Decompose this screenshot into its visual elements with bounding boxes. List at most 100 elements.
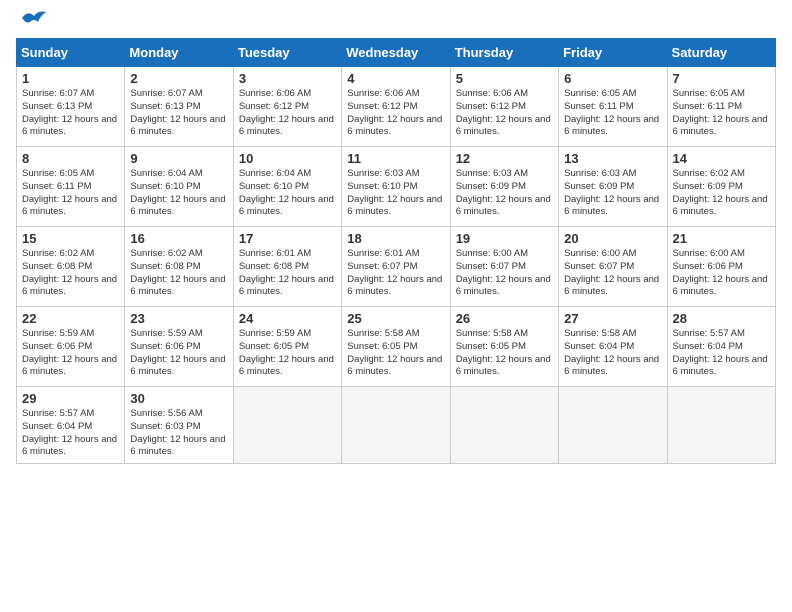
calendar-week-3: 15 Sunrise: 6:02 AM Sunset: 6:08 PM Dayl… <box>17 227 776 307</box>
day-cell-3: 3 Sunrise: 6:06 AM Sunset: 6:12 PM Dayli… <box>233 67 341 147</box>
day-info: Sunrise: 6:03 AM Sunset: 6:10 PM Dayligh… <box>347 168 444 219</box>
day-info: Sunrise: 5:59 AM Sunset: 6:06 PM Dayligh… <box>22 328 119 379</box>
day-number: 12 <box>456 151 553 166</box>
day-info: Sunrise: 5:58 AM Sunset: 6:04 PM Dayligh… <box>564 328 661 379</box>
day-number: 3 <box>239 71 336 86</box>
day-number: 22 <box>22 311 119 326</box>
day-number: 24 <box>239 311 336 326</box>
day-info: Sunrise: 6:01 AM Sunset: 6:07 PM Dayligh… <box>347 248 444 299</box>
page-header <box>16 16 776 28</box>
day-cell-16: 16 Sunrise: 6:02 AM Sunset: 6:08 PM Dayl… <box>125 227 233 307</box>
header-tuesday: Tuesday <box>233 39 341 67</box>
day-number: 25 <box>347 311 444 326</box>
day-number: 8 <box>22 151 119 166</box>
day-number: 7 <box>673 71 770 86</box>
day-cell-21: 21 Sunrise: 6:00 AM Sunset: 6:06 PM Dayl… <box>667 227 775 307</box>
day-info: Sunrise: 5:59 AM Sunset: 6:06 PM Dayligh… <box>130 328 227 379</box>
day-cell-28: 28 Sunrise: 5:57 AM Sunset: 6:04 PM Dayl… <box>667 307 775 387</box>
day-number: 2 <box>130 71 227 86</box>
day-info: Sunrise: 6:07 AM Sunset: 6:13 PM Dayligh… <box>130 88 227 139</box>
header-friday: Friday <box>559 39 667 67</box>
calendar-week-4: 22 Sunrise: 5:59 AM Sunset: 6:06 PM Dayl… <box>17 307 776 387</box>
day-info: Sunrise: 6:05 AM Sunset: 6:11 PM Dayligh… <box>564 88 661 139</box>
empty-cell <box>342 387 450 464</box>
day-cell-10: 10 Sunrise: 6:04 AM Sunset: 6:10 PM Dayl… <box>233 147 341 227</box>
empty-cell <box>559 387 667 464</box>
day-number: 16 <box>130 231 227 246</box>
day-info: Sunrise: 6:04 AM Sunset: 6:10 PM Dayligh… <box>130 168 227 219</box>
header-thursday: Thursday <box>450 39 558 67</box>
day-info: Sunrise: 6:00 AM Sunset: 6:06 PM Dayligh… <box>673 248 770 299</box>
header-wednesday: Wednesday <box>342 39 450 67</box>
day-cell-4: 4 Sunrise: 6:06 AM Sunset: 6:12 PM Dayli… <box>342 67 450 147</box>
day-number: 15 <box>22 231 119 246</box>
day-cell-19: 19 Sunrise: 6:00 AM Sunset: 6:07 PM Dayl… <box>450 227 558 307</box>
day-cell-11: 11 Sunrise: 6:03 AM Sunset: 6:10 PM Dayl… <box>342 147 450 227</box>
day-number: 18 <box>347 231 444 246</box>
empty-cell <box>667 387 775 464</box>
logo <box>16 16 48 28</box>
calendar-week-2: 8 Sunrise: 6:05 AM Sunset: 6:11 PM Dayli… <box>17 147 776 227</box>
day-cell-18: 18 Sunrise: 6:01 AM Sunset: 6:07 PM Dayl… <box>342 227 450 307</box>
day-info: Sunrise: 5:57 AM Sunset: 6:04 PM Dayligh… <box>673 328 770 379</box>
day-cell-5: 5 Sunrise: 6:06 AM Sunset: 6:12 PM Dayli… <box>450 67 558 147</box>
day-info: Sunrise: 6:06 AM Sunset: 6:12 PM Dayligh… <box>239 88 336 139</box>
day-number: 30 <box>130 391 227 406</box>
day-number: 6 <box>564 71 661 86</box>
day-info: Sunrise: 6:02 AM Sunset: 6:09 PM Dayligh… <box>673 168 770 219</box>
day-info: Sunrise: 5:57 AM Sunset: 6:04 PM Dayligh… <box>22 408 119 459</box>
day-cell-24: 24 Sunrise: 5:59 AM Sunset: 6:05 PM Dayl… <box>233 307 341 387</box>
day-cell-12: 12 Sunrise: 6:03 AM Sunset: 6:09 PM Dayl… <box>450 147 558 227</box>
day-info: Sunrise: 6:06 AM Sunset: 6:12 PM Dayligh… <box>456 88 553 139</box>
day-info: Sunrise: 6:01 AM Sunset: 6:08 PM Dayligh… <box>239 248 336 299</box>
day-cell-14: 14 Sunrise: 6:02 AM Sunset: 6:09 PM Dayl… <box>667 147 775 227</box>
day-number: 9 <box>130 151 227 166</box>
calendar-table: SundayMondayTuesdayWednesdayThursdayFrid… <box>16 38 776 464</box>
header-sunday: Sunday <box>17 39 125 67</box>
day-number: 28 <box>673 311 770 326</box>
day-info: Sunrise: 6:05 AM Sunset: 6:11 PM Dayligh… <box>22 168 119 219</box>
day-cell-17: 17 Sunrise: 6:01 AM Sunset: 6:08 PM Dayl… <box>233 227 341 307</box>
day-number: 17 <box>239 231 336 246</box>
day-info: Sunrise: 5:58 AM Sunset: 6:05 PM Dayligh… <box>347 328 444 379</box>
day-number: 14 <box>673 151 770 166</box>
day-cell-8: 8 Sunrise: 6:05 AM Sunset: 6:11 PM Dayli… <box>17 147 125 227</box>
day-info: Sunrise: 6:00 AM Sunset: 6:07 PM Dayligh… <box>564 248 661 299</box>
day-cell-26: 26 Sunrise: 5:58 AM Sunset: 6:05 PM Dayl… <box>450 307 558 387</box>
day-cell-1: 1 Sunrise: 6:07 AM Sunset: 6:13 PM Dayli… <box>17 67 125 147</box>
day-info: Sunrise: 6:05 AM Sunset: 6:11 PM Dayligh… <box>673 88 770 139</box>
day-info: Sunrise: 6:00 AM Sunset: 6:07 PM Dayligh… <box>456 248 553 299</box>
day-info: Sunrise: 5:58 AM Sunset: 6:05 PM Dayligh… <box>456 328 553 379</box>
day-info: Sunrise: 6:02 AM Sunset: 6:08 PM Dayligh… <box>130 248 227 299</box>
day-number: 1 <box>22 71 119 86</box>
day-cell-15: 15 Sunrise: 6:02 AM Sunset: 6:08 PM Dayl… <box>17 227 125 307</box>
calendar-header-row: SundayMondayTuesdayWednesdayThursdayFrid… <box>17 39 776 67</box>
day-cell-7: 7 Sunrise: 6:05 AM Sunset: 6:11 PM Dayli… <box>667 67 775 147</box>
day-number: 27 <box>564 311 661 326</box>
day-number: 4 <box>347 71 444 86</box>
day-cell-20: 20 Sunrise: 6:00 AM Sunset: 6:07 PM Dayl… <box>559 227 667 307</box>
calendar-week-1: 1 Sunrise: 6:07 AM Sunset: 6:13 PM Dayli… <box>17 67 776 147</box>
day-info: Sunrise: 6:03 AM Sunset: 6:09 PM Dayligh… <box>564 168 661 219</box>
day-cell-9: 9 Sunrise: 6:04 AM Sunset: 6:10 PM Dayli… <box>125 147 233 227</box>
day-cell-29: 29 Sunrise: 5:57 AM Sunset: 6:04 PM Dayl… <box>17 387 125 464</box>
day-info: Sunrise: 6:03 AM Sunset: 6:09 PM Dayligh… <box>456 168 553 219</box>
day-number: 26 <box>456 311 553 326</box>
day-cell-2: 2 Sunrise: 6:07 AM Sunset: 6:13 PM Dayli… <box>125 67 233 147</box>
day-info: Sunrise: 6:04 AM Sunset: 6:10 PM Dayligh… <box>239 168 336 219</box>
day-cell-30: 30 Sunrise: 5:56 AM Sunset: 6:03 PM Dayl… <box>125 387 233 464</box>
logo-bird-icon <box>20 8 48 28</box>
day-number: 20 <box>564 231 661 246</box>
empty-cell <box>450 387 558 464</box>
day-number: 29 <box>22 391 119 406</box>
day-cell-22: 22 Sunrise: 5:59 AM Sunset: 6:06 PM Dayl… <box>17 307 125 387</box>
day-number: 21 <box>673 231 770 246</box>
day-number: 13 <box>564 151 661 166</box>
day-number: 5 <box>456 71 553 86</box>
empty-cell <box>233 387 341 464</box>
day-cell-27: 27 Sunrise: 5:58 AM Sunset: 6:04 PM Dayl… <box>559 307 667 387</box>
day-cell-13: 13 Sunrise: 6:03 AM Sunset: 6:09 PM Dayl… <box>559 147 667 227</box>
calendar-week-5: 29 Sunrise: 5:57 AM Sunset: 6:04 PM Dayl… <box>17 387 776 464</box>
day-number: 11 <box>347 151 444 166</box>
day-info: Sunrise: 6:02 AM Sunset: 6:08 PM Dayligh… <box>22 248 119 299</box>
